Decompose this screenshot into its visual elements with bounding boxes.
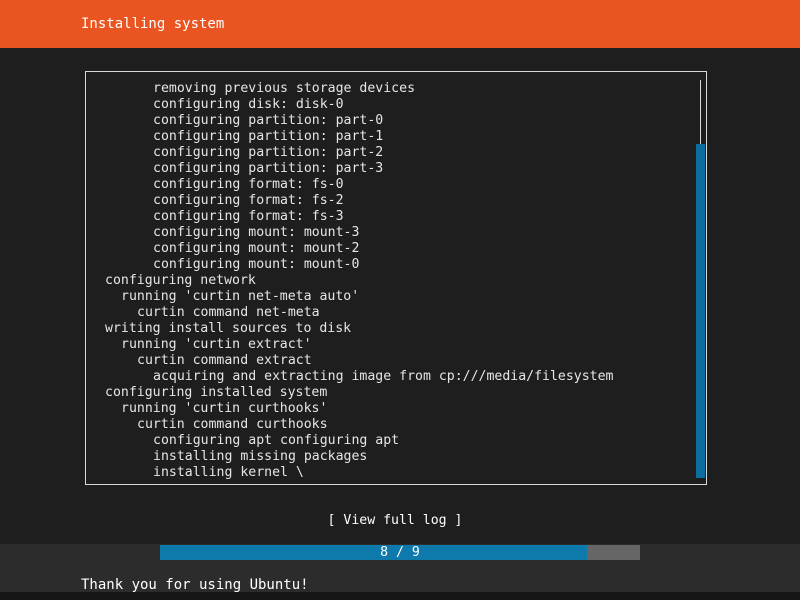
log-line: configuring apt configuring apt xyxy=(153,433,400,448)
log-lines: removing previous storage devices configu… xyxy=(86,81,686,481)
log-line: configuring format: fs-2 xyxy=(153,193,344,208)
log-line: writing install sources to disk xyxy=(105,321,352,336)
page-title: Installing system xyxy=(81,16,225,32)
scrollbar-thumb[interactable] xyxy=(696,144,705,478)
log-line: configuring partition: part-2 xyxy=(153,145,384,160)
log-line: installing kernel \ xyxy=(153,465,304,480)
log-line: curtin command net-meta xyxy=(137,305,320,320)
log-line: configuring format: fs-3 xyxy=(153,209,344,224)
log-line: configuring mount: mount-2 xyxy=(153,241,360,256)
install-log-panel[interactable]: removing previous storage devices configu… xyxy=(85,71,707,485)
progress-bar: 8 / 9 xyxy=(160,545,640,560)
log-line: running 'curtin extract' xyxy=(121,337,312,352)
footer-bottom-strip xyxy=(0,592,800,600)
log-line: running 'curtin net-meta auto' xyxy=(121,289,360,304)
log-line: running 'curtin curthooks' xyxy=(121,401,328,416)
log-line: configuring partition: part-0 xyxy=(153,113,384,128)
log-line: configuring installed system xyxy=(105,385,328,400)
log-scrollbar[interactable] xyxy=(696,80,705,478)
log-line: installing missing packages xyxy=(153,449,368,464)
log-line: acquiring and extracting image from cp:/… xyxy=(153,369,614,384)
log-line: curtin command extract xyxy=(137,353,312,368)
footer-message: Thank you for using Ubuntu! xyxy=(81,577,309,593)
log-line: configuring partition: part-3 xyxy=(153,161,384,176)
log-line: configuring network xyxy=(105,273,256,288)
view-full-log-button[interactable]: [ View full log ] xyxy=(0,513,790,529)
log-line: removing previous storage devices xyxy=(153,81,416,96)
log-line: configuring mount: mount-3 xyxy=(153,225,360,240)
header-bar: Installing system xyxy=(0,0,800,48)
log-line: configuring disk: disk-0 xyxy=(153,97,344,112)
log-line: configuring format: fs-0 xyxy=(153,177,344,192)
log-line: configuring mount: mount-0 xyxy=(153,257,360,272)
log-line: curtin command curthooks xyxy=(137,417,328,432)
log-line: configuring partition: part-1 xyxy=(153,129,384,144)
progress-label: 8 / 9 xyxy=(380,545,420,560)
